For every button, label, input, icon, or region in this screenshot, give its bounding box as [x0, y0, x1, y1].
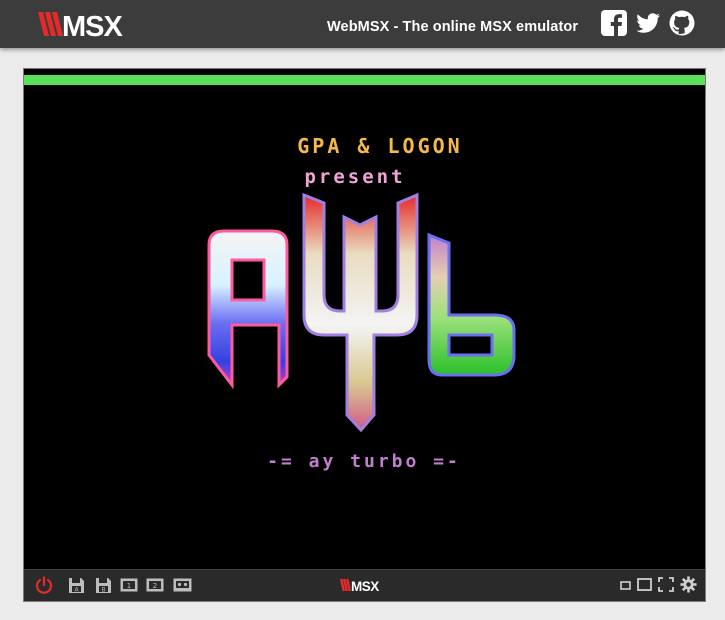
floppy-a-icon[interactable]: A — [68, 577, 85, 594]
facebook-icon[interactable] — [601, 10, 627, 36]
svg-text:MSX: MSX — [351, 579, 379, 592]
fullscreen-icon[interactable] — [658, 577, 674, 592]
tape-icon[interactable] — [173, 578, 192, 592]
emulator-screen[interactable]: GPA & LOGON present -= ay turbo =- — [24, 85, 705, 571]
svg-text:B: B — [101, 587, 105, 594]
power-icon[interactable] — [35, 576, 53, 594]
credit-line-1: GPA & LOGON — [297, 134, 462, 158]
webmsx-logo[interactable]: MSX — [36, 7, 146, 41]
emulator-control-bar: A B 1 2 MSX — [24, 569, 705, 601]
site-tagline: WebMSX - The online MSX emulator — [327, 19, 579, 35]
emulator-frame: GPA & LOGON present -= ay turbo =- A B 1… — [23, 68, 706, 602]
byline: -= ay turbo =- — [267, 451, 461, 472]
credit-line-2: present — [304, 166, 405, 188]
game-title-graphic — [207, 192, 516, 433]
svg-text:2: 2 — [153, 582, 157, 590]
cartridge-2-icon[interactable]: 2 — [146, 578, 164, 592]
power-led-bar — [24, 75, 705, 85]
settings-gear-icon[interactable] — [680, 576, 697, 593]
github-icon[interactable] — [669, 10, 695, 36]
cartridge-1-icon[interactable]: 1 — [120, 578, 138, 592]
svg-text:1: 1 — [127, 582, 131, 590]
logo-text: MSX — [62, 11, 124, 41]
screen-small-icon[interactable] — [620, 581, 631, 590]
twitter-icon[interactable] — [635, 10, 661, 36]
top-header: MSX WebMSX - The online MSX emulator — [0, 0, 725, 48]
floppy-b-icon[interactable]: B — [95, 577, 112, 594]
bottom-webmsx-logo: MSX — [340, 579, 380, 592]
screen-large-icon[interactable] — [637, 578, 652, 591]
